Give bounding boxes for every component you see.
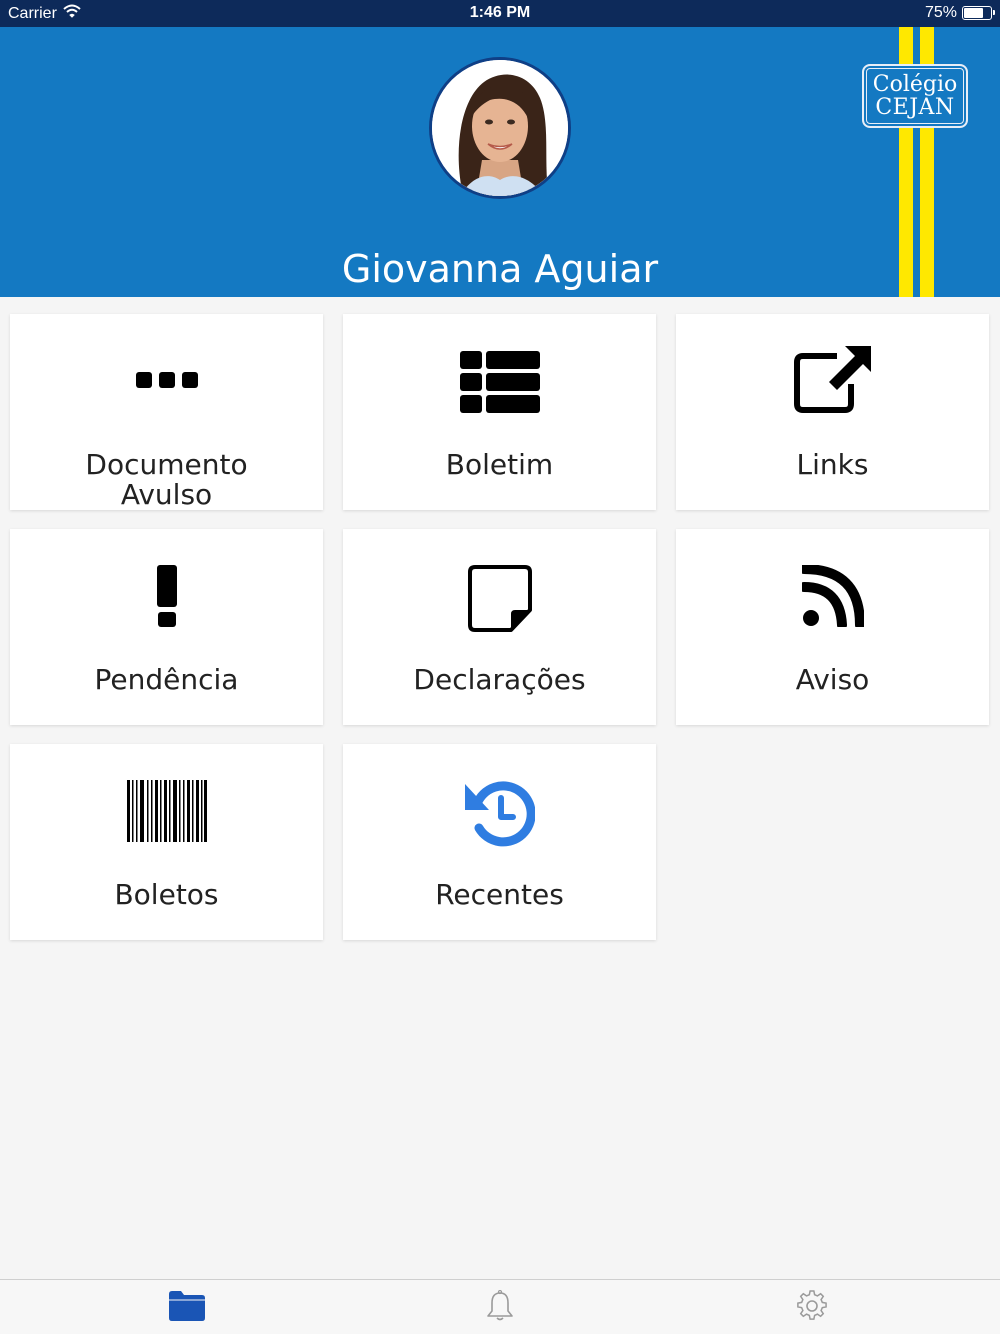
battery-tip [993,10,995,15]
tile-boletos[interactable]: Boletos [10,744,323,940]
logo-line2: CEJAN [875,95,955,120]
tile-label: Avulso [120,478,213,511]
status-bar: Carrier 1:46 PM 75% [0,0,1000,27]
sticky-note-icon [343,564,656,634]
tile-links[interactable]: Links [676,314,989,510]
rss-icon [676,565,989,627]
avatar[interactable] [429,57,571,199]
tile-documento-avulso[interactable]: Documento Avulso [10,314,323,510]
bell-icon [486,1289,514,1326]
barcode-icon [10,780,323,842]
tile-recentes[interactable]: Recentes [343,744,656,940]
tab-settings[interactable] [792,1290,832,1326]
tile-pendencia[interactable]: Pendência [10,529,323,725]
tab-bar [0,1279,1000,1334]
status-time: 1:46 PM [469,4,531,21]
tile-label: Declarações [413,663,586,696]
gear-icon [796,1290,828,1326]
tile-label: Boletos [114,878,219,911]
school-logo: Colégio CEJAN [862,64,968,128]
battery-fill [964,8,983,18]
external-link-icon [676,344,989,414]
exclamation-icon [10,565,323,627]
tile-label: Aviso [795,663,870,696]
history-icon [343,778,656,848]
ellipsis-icon [10,372,323,388]
list-icon [343,351,656,413]
tile-declaracoes[interactable]: Declarações [343,529,656,725]
tile-boletim[interactable]: Boletim [343,314,656,510]
profile-header: Colégio CEJAN Giovanna Aguiar [0,27,1000,297]
user-name: Giovanna Aguiar [341,247,659,291]
status-right: 75% [924,4,995,22]
tile-label: Documento [85,448,248,481]
folder-icon [169,1291,205,1325]
tile-label: Links [796,448,869,481]
tile-label: Boletim [445,448,554,481]
tab-documents[interactable] [167,1290,207,1326]
logo-line1: Colégio [872,71,958,97]
tile-label: Recentes [435,878,564,911]
battery-percent: 75% [924,4,957,21]
tile-aviso[interactable]: Aviso [676,529,989,725]
tile-label: Pendência [94,663,239,696]
battery-icon [962,6,995,20]
tab-notifications[interactable] [480,1289,520,1326]
